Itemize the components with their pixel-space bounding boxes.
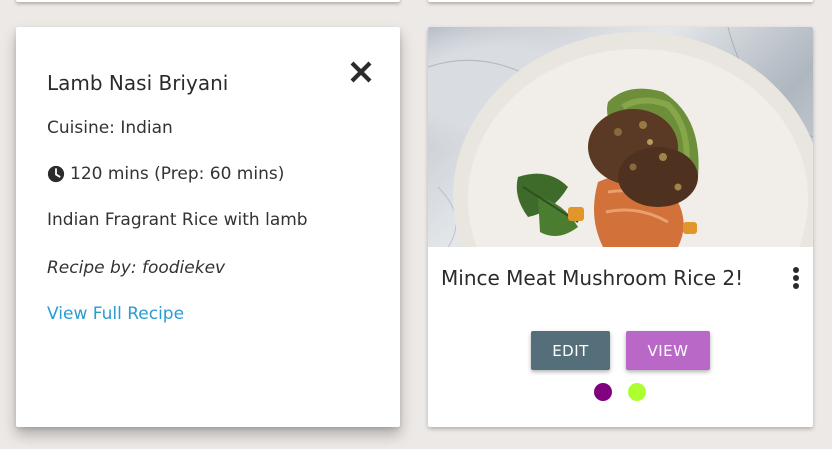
view-button[interactable]: VIEW [626,331,710,370]
recipe-reveal-card: Lamb Nasi Briyani Cuisine: Indian 120 mi… [16,27,400,427]
card-above-left [16,0,400,2]
time-row: 120 mins (Prep: 60 mins) [47,164,284,184]
description-text: Indian Fragrant Rice with lamb [47,210,308,230]
edit-button[interactable]: EDIT [531,331,610,370]
reveal-title: Lamb Nasi Briyani [47,71,229,95]
tag-dot-purple [594,383,612,401]
card-above-right [428,0,813,2]
more-vert-icon [793,267,799,289]
cuisine-text: Cuisine: Indian [47,118,173,138]
more-options-button[interactable] [786,263,806,293]
recipe-title[interactable]: Mince Meat Mushroom Rice 2! [441,266,743,290]
clock-icon [47,165,65,183]
author-text: Recipe by: foodiekev [47,258,226,278]
recipe-card: Mince Meat Mushroom Rice 2! EDIT VIEW [428,27,813,427]
close-button[interactable] [349,60,373,84]
tag-dot-green [628,383,646,401]
close-icon [350,61,372,83]
food-photo-icon [428,27,813,362]
view-full-recipe-link[interactable]: View Full Recipe [47,304,184,324]
time-text: 120 mins (Prep: 60 mins) [70,164,285,184]
recipe-image[interactable] [428,27,813,362]
